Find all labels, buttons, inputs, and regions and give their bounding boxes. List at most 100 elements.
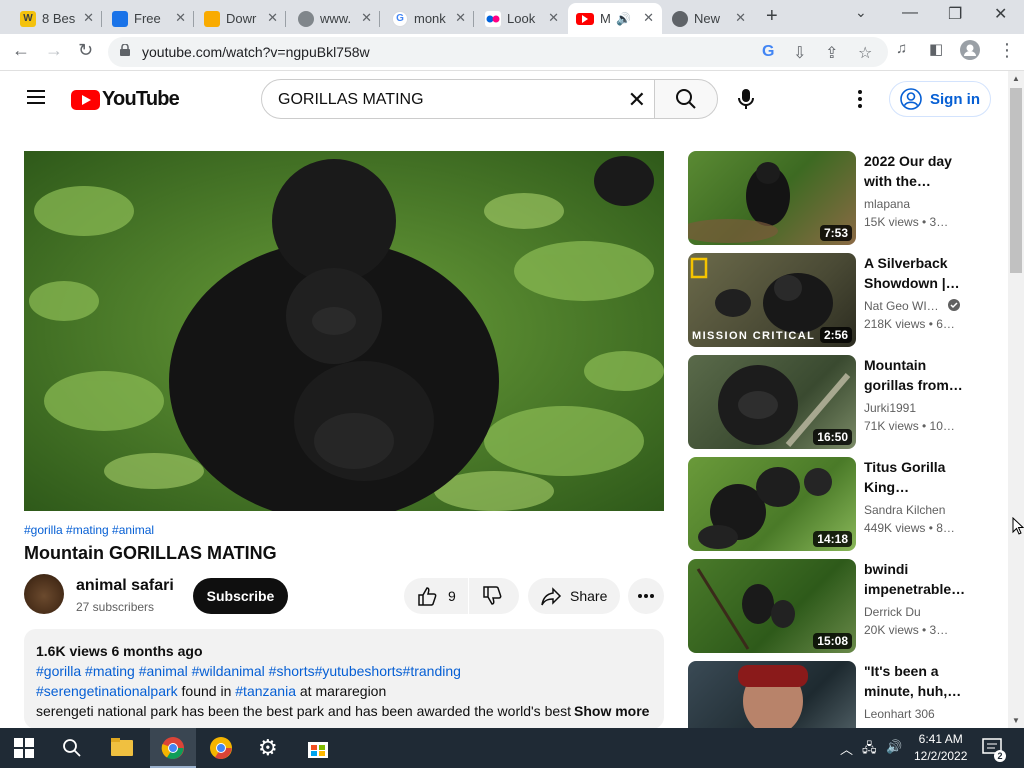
- recommended-video[interactable]: 14:18 Titus Gorilla King… Sandra Kilchen…: [688, 457, 968, 551]
- browser-toolbar: ← → ↻ youtube.com/watch?v=ngpuBkl758w G …: [0, 34, 1024, 71]
- settings-gear-icon[interactable]: ⚙: [258, 736, 282, 760]
- browser-tab[interactable]: G monk ✕: [384, 3, 474, 34]
- recommended-channel[interactable]: Sandra Kilchen: [864, 503, 945, 517]
- profile-avatar-icon[interactable]: [960, 40, 980, 65]
- voice-search-button[interactable]: [726, 79, 766, 119]
- recommended-channel[interactable]: Derrick Du: [864, 605, 921, 619]
- recommended-channel[interactable]: mlapana: [864, 197, 910, 211]
- browser-tab[interactable]: Look ✕: [477, 3, 567, 34]
- share-arrow-icon: [541, 587, 562, 606]
- recommended-video[interactable]: "It's been a minute, huh,… Leonhart 306: [688, 661, 968, 728]
- recommended-title[interactable]: Mountain gorillas from…: [864, 355, 964, 395]
- hashtag-link[interactable]: #serengetinationalpark: [36, 683, 178, 699]
- close-tab-icon[interactable]: ✕: [361, 10, 372, 26]
- hamburger-menu-icon[interactable]: [27, 90, 45, 104]
- browser-tab[interactable]: W 8 Bes ✕: [12, 3, 102, 34]
- recommended-title[interactable]: bwindi impenetrable…: [864, 559, 964, 599]
- recommended-title[interactable]: 2022 Our day with the…: [864, 151, 964, 191]
- close-tab-icon[interactable]: ✕: [735, 10, 746, 26]
- forward-button[interactable]: →: [45, 40, 63, 61]
- recommended-channel[interactable]: Nat Geo WI…: [864, 299, 961, 313]
- side-panel-icon[interactable]: ◧: [929, 40, 943, 58]
- recommended-video[interactable]: 16:50 Mountain gorillas from… Jurki1991 …: [688, 355, 968, 449]
- search-input[interactable]: GORILLAS MATING ✕: [261, 79, 655, 119]
- browser-tab[interactable]: www. ✕: [290, 3, 380, 34]
- microsoft-store-icon[interactable]: [306, 736, 330, 760]
- share-icon[interactable]: ⇪: [825, 43, 838, 63]
- video-player[interactable]: [24, 151, 664, 511]
- page-scrollbar[interactable]: ▲ ▼: [1008, 71, 1024, 728]
- video-thumbnail[interactable]: 7:53: [688, 151, 856, 245]
- settings-kebab-icon[interactable]: [852, 87, 868, 111]
- video-title: Mountain GORILLAS MATING: [24, 543, 277, 563]
- recommended-title[interactable]: A Silverback Showdown |…: [864, 253, 964, 293]
- video-thumbnail[interactable]: 16:50: [688, 355, 856, 449]
- close-tab-icon[interactable]: ✕: [548, 10, 559, 26]
- video-hashtags[interactable]: #gorilla #mating #animal: [24, 523, 154, 537]
- like-button[interactable]: 9: [404, 578, 468, 614]
- search-button[interactable]: [654, 79, 718, 119]
- scroll-down-arrow-icon[interactable]: ▼: [1012, 716, 1020, 725]
- close-tab-icon[interactable]: ✕: [455, 10, 466, 26]
- show-more-button[interactable]: Show more: [574, 703, 650, 719]
- audio-playing-icon[interactable]: 🔊: [616, 12, 631, 26]
- sign-in-button[interactable]: Sign in: [889, 81, 991, 117]
- youtube-logo[interactable]: YouTube: [71, 88, 180, 111]
- new-tab-button[interactable]: +: [766, 5, 778, 28]
- close-window-button[interactable]: ✕: [994, 4, 1007, 24]
- browser-tab[interactable]: New ✕: [664, 3, 754, 34]
- scroll-up-arrow-icon[interactable]: ▲: [1012, 74, 1020, 83]
- network-icon[interactable]: 🖧: [862, 739, 877, 761]
- close-tab-icon[interactable]: ✕: [267, 10, 278, 26]
- media-control-icon[interactable]: ♫: [896, 40, 907, 57]
- video-thumbnail[interactable]: 15:08: [688, 559, 856, 653]
- chrome-taskbar-active[interactable]: [150, 728, 196, 768]
- browser-tab[interactable]: Free ✕: [104, 3, 194, 34]
- system-clock[interactable]: 6:41 AM 12/2/2022: [914, 731, 967, 765]
- channel-name[interactable]: animal safari: [76, 577, 174, 595]
- browser-tab-active[interactable]: M 🔊 ✕: [568, 3, 662, 34]
- bookmark-star-icon[interactable]: ☆: [858, 43, 872, 63]
- video-thumbnail[interactable]: [688, 661, 856, 728]
- close-tab-icon[interactable]: ✕: [643, 10, 654, 26]
- scrollbar-thumb[interactable]: [1010, 88, 1022, 273]
- recommended-channel[interactable]: Jurki1991: [864, 401, 916, 415]
- recommended-video[interactable]: MISSION CRITICAL 2:56 A Silverback Showd…: [688, 253, 968, 347]
- recommended-title[interactable]: "It's been a minute, huh,…: [864, 661, 964, 701]
- recommended-title[interactable]: Titus Gorilla King…: [864, 457, 964, 497]
- chrome-alt-icon[interactable]: [209, 736, 233, 760]
- close-tab-icon[interactable]: ✕: [175, 10, 186, 26]
- clear-search-icon[interactable]: ✕: [628, 87, 646, 113]
- dislike-button[interactable]: [469, 578, 519, 614]
- channel-avatar[interactable]: [24, 574, 64, 614]
- close-tab-icon[interactable]: ✕: [83, 10, 94, 26]
- search-icon[interactable]: [62, 736, 86, 760]
- share-button[interactable]: Share: [528, 578, 620, 614]
- minimize-button[interactable]: —: [902, 4, 918, 22]
- subscribe-button[interactable]: Subscribe: [193, 578, 288, 614]
- install-icon[interactable]: ⇩: [793, 43, 806, 63]
- video-thumbnail[interactable]: 14:18: [688, 457, 856, 551]
- notification-center-icon[interactable]: 2: [982, 738, 1006, 762]
- google-translate-icon[interactable]: G: [762, 43, 774, 61]
- tab-search-chevron-icon[interactable]: ⌄: [855, 4, 867, 21]
- recommended-video[interactable]: 7:53 2022 Our day with the… mlapana 15K …: [688, 151, 968, 245]
- reload-button[interactable]: ↻: [78, 40, 93, 61]
- address-bar[interactable]: youtube.com/watch?v=ngpuBkl758w G ⇩ ⇪ ☆: [108, 37, 888, 67]
- more-actions-button[interactable]: [628, 578, 664, 614]
- search-query-text: GORILLAS MATING: [278, 91, 424, 108]
- show-hidden-icons-chevron[interactable]: ︿: [840, 739, 853, 758]
- restore-button[interactable]: ❐: [948, 4, 962, 24]
- back-button[interactable]: ←: [12, 40, 30, 61]
- recommended-channel[interactable]: Leonhart 306: [864, 707, 935, 721]
- description-hashtags[interactable]: #gorilla #mating #animal #wildanimal #sh…: [36, 663, 461, 679]
- windows-start-icon[interactable]: [14, 736, 38, 760]
- volume-icon[interactable]: 🔊: [886, 739, 902, 755]
- browser-tab[interactable]: Dowr ✕: [196, 3, 286, 34]
- browser-menu-icon[interactable]: ⋮: [998, 40, 1016, 61]
- file-explorer-icon[interactable]: [110, 736, 134, 760]
- hashtag-link[interactable]: #tanzania: [235, 683, 296, 699]
- video-description[interactable]: 1.6K views 6 months ago #gorilla #mating…: [24, 629, 664, 729]
- recommended-video[interactable]: 15:08 bwindi impenetrable… Derrick Du 20…: [688, 559, 968, 653]
- video-thumbnail[interactable]: MISSION CRITICAL 2:56: [688, 253, 856, 347]
